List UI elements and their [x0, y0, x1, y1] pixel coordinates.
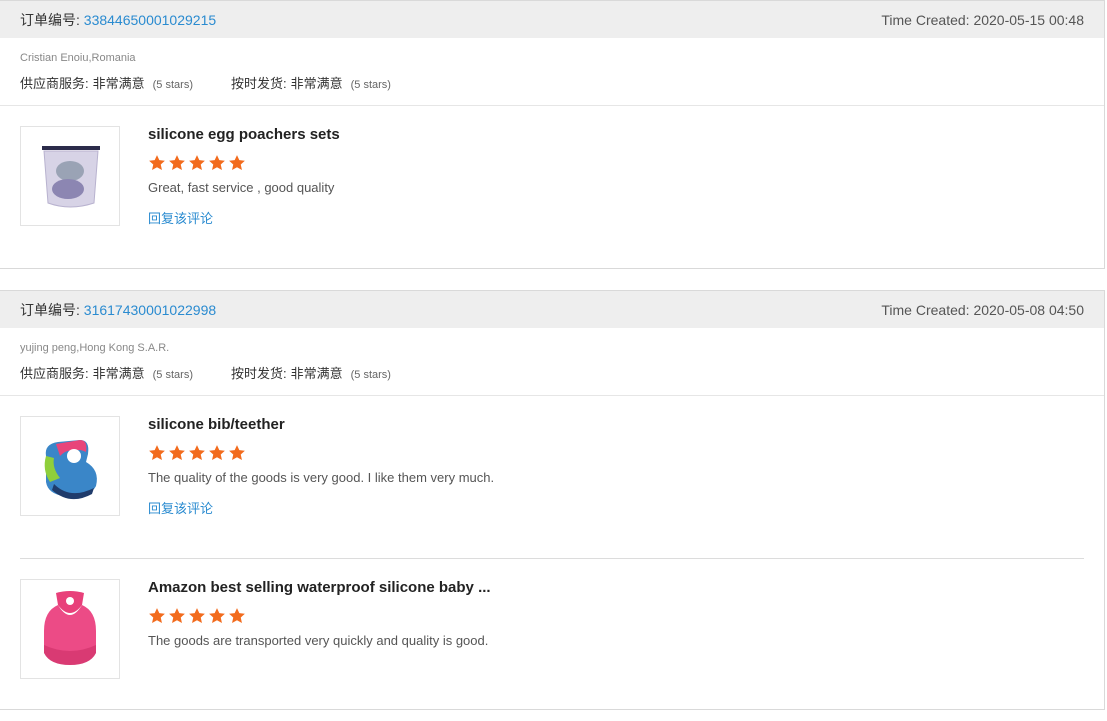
product-review: silicone egg poachers sets Great, fast s… [20, 106, 1084, 268]
star-icon [229, 608, 245, 624]
order-number-link[interactable]: 31617430001022998 [84, 302, 216, 318]
buyer-name: yujing peng,Hong Kong S.A.R. [20, 342, 170, 354]
order-card: 订单编号: 31617430001022998 Time Created: 20… [0, 290, 1105, 710]
star-icon [209, 608, 225, 624]
time-created-value: 2020-05-08 04:50 [973, 301, 1084, 318]
star-rating [148, 607, 1048, 627]
star-icon [229, 445, 245, 461]
star-icon [149, 445, 165, 461]
order-number-label: 订单编号: [20, 301, 80, 318]
supplier-service-value: 非常满意 [92, 366, 145, 381]
product-info: Amazon best selling waterproof silicone … [148, 578, 1048, 648]
ontime-delivery-value: 非常满意 [290, 76, 343, 91]
star-icon [189, 608, 205, 624]
supplier-service-value: 非常满意 [92, 76, 145, 91]
supplier-service-stars: (5 stars) [152, 79, 193, 91]
ontime-delivery-stars: (5 stars) [350, 369, 391, 381]
order-header: 订单编号: 33844650001029215 Time Created: 20… [0, 1, 1104, 38]
star-icon [209, 445, 225, 461]
time-created-value: 2020-05-15 00:48 [973, 11, 1084, 28]
ontime-delivery-stars: (5 stars) [350, 79, 391, 91]
reply-review-link[interactable]: 回复该评论 [148, 498, 213, 517]
ontime-delivery-label: 按时发货: [230, 76, 287, 91]
reply-review-link[interactable]: 回复该评论 [148, 208, 213, 227]
silicone-bib-pink-image[interactable] [20, 579, 120, 679]
product-info: silicone bib/teether The quality of the … [148, 415, 1048, 485]
star-icon [189, 445, 205, 461]
star-rating [148, 444, 1048, 464]
order-card: 订单编号: 33844650001029215 Time Created: 20… [0, 0, 1105, 269]
supplier-service-label: 供应商服务: [20, 366, 89, 381]
time-created-label: Time Created: [881, 11, 970, 28]
ontime-delivery-rating: 按时发货: 非常满意 (5 stars) [231, 73, 391, 92]
product-title[interactable]: Amazon best selling waterproof silicone … [148, 578, 1048, 598]
product-info: silicone egg poachers sets Great, fast s… [148, 125, 1048, 195]
time-created: Time Created: 2020-05-08 04:50 [881, 302, 1084, 318]
time-created-label: Time Created: [881, 301, 970, 318]
star-icon [169, 155, 185, 171]
review-comment: Great, fast service , good quality [148, 180, 335, 195]
star-icon [189, 155, 205, 171]
order-number-link[interactable]: 33844650001029215 [84, 12, 216, 28]
order-number-group: 订单编号: 33844650001029215 [20, 10, 216, 30]
order-number-label: 订单编号: [20, 11, 80, 28]
buyer-info: yujing peng,Hong Kong S.A.R. 供应商服务: 非常满意… [0, 328, 1104, 396]
buyer-name: Cristian Enoiu,Romania [20, 52, 136, 64]
supplier-service-rating: 供应商服务: 非常满意 (5 stars) [20, 73, 193, 92]
ontime-delivery-rating: 按时发货: 非常满意 (5 stars) [231, 363, 391, 382]
time-created: Time Created: 2020-05-15 00:48 [881, 12, 1084, 28]
product-review: silicone bib/teether The quality of the … [20, 396, 1084, 559]
star-icon [209, 155, 225, 171]
silicone-food-bag-image[interactable] [20, 126, 120, 226]
ontime-delivery-value: 非常满意 [290, 366, 343, 381]
review-comment: The goods are transported very quickly a… [148, 633, 489, 648]
order-ratings: 供应商服务: 非常满意 (5 stars) 按时发货: 非常满意 (5 star… [20, 73, 1084, 92]
star-icon [149, 608, 165, 624]
product-title[interactable]: silicone egg poachers sets [148, 125, 1048, 145]
ontime-delivery-label: 按时发货: [230, 366, 287, 381]
product-review: Amazon best selling waterproof silicone … [20, 559, 1084, 721]
buyer-info: Cristian Enoiu,Romania 供应商服务: 非常满意 (5 st… [0, 38, 1104, 106]
order-number-group: 订单编号: 31617430001022998 [20, 300, 216, 320]
supplier-service-stars: (5 stars) [152, 369, 193, 381]
review-comment: The quality of the goods is very good. I… [148, 470, 495, 485]
supplier-service-label: 供应商服务: [20, 76, 89, 91]
order-header: 订单编号: 31617430001022998 Time Created: 20… [0, 291, 1104, 328]
product-title[interactable]: silicone bib/teether [148, 415, 1048, 435]
star-icon [169, 445, 185, 461]
supplier-service-rating: 供应商服务: 非常满意 (5 stars) [20, 363, 193, 382]
star-icon [149, 155, 165, 171]
silicone-bib-blue-image[interactable] [20, 416, 120, 516]
star-icon [169, 608, 185, 624]
star-icon [229, 155, 245, 171]
star-rating [148, 154, 1048, 174]
order-ratings: 供应商服务: 非常满意 (5 stars) 按时发货: 非常满意 (5 star… [20, 363, 1084, 382]
